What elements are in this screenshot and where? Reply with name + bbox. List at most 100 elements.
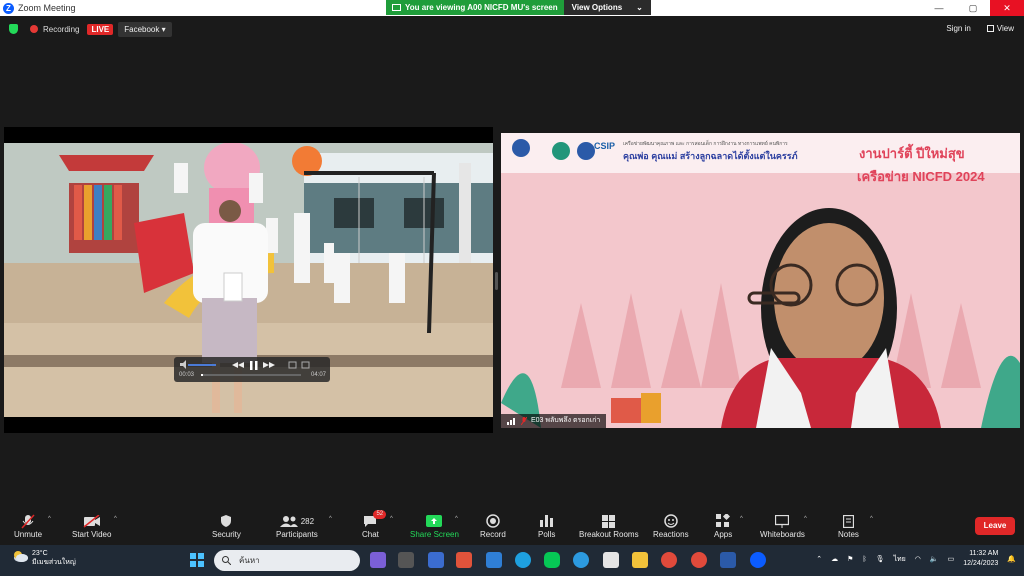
volume-icon[interactable]: 🔈 xyxy=(930,555,939,563)
chat-button[interactable]: 52 Chat xyxy=(362,510,387,539)
recording-indicator[interactable]: Recording xyxy=(30,25,79,34)
viewing-banner: You are viewing A00 NICFD MU's screen Vi… xyxy=(386,0,651,15)
chat-unread-badge: 52 xyxy=(373,510,387,519)
apps-caret-icon[interactable]: ^ xyxy=(740,516,743,522)
participants-button[interactable]: 282 Participants xyxy=(276,512,318,539)
clock-time: 11:32 AM xyxy=(969,550,999,557)
onedrive-icon[interactable]: ☁ xyxy=(831,555,838,563)
temperature: 23°C xyxy=(32,550,48,557)
app-icon[interactable] xyxy=(456,552,472,568)
party-title: งานปาร์ตี้ ปีใหม่สุข xyxy=(859,146,965,161)
chat-label: Chat xyxy=(362,530,379,539)
mail-icon[interactable] xyxy=(486,552,502,568)
close-button[interactable]: ✕ xyxy=(990,0,1024,16)
record-button[interactable]: Record xyxy=(480,512,506,539)
taskbar-search[interactable]: ค้นหา xyxy=(214,550,360,571)
banner-subtitle: เครือข่ายพัฒนาคุณภาพ และ การสอนเด็ก การฝ… xyxy=(623,141,788,147)
share-screen-button[interactable]: Share Screen xyxy=(410,512,459,539)
polls-label: Polls xyxy=(538,530,556,539)
minimize-button[interactable]: — xyxy=(922,0,956,16)
chat-caret-icon[interactable]: ^ xyxy=(390,516,393,522)
notes-icon xyxy=(842,514,854,528)
security-button[interactable]: Security xyxy=(212,512,241,539)
facebook-stream-dropdown[interactable]: Facebook ▾ xyxy=(118,21,172,37)
weather-widget[interactable]: 23°C มีเมฆส่วนใหญ่ xyxy=(12,550,76,568)
bluetooth-icon[interactable]: ᛒ xyxy=(862,556,866,563)
wifi-icon[interactable]: ◠ xyxy=(915,555,921,563)
battery-icon[interactable]: ▭ xyxy=(948,555,955,563)
audio-options-caret-icon[interactable]: ^ xyxy=(48,516,51,522)
window-title: Zoom Meeting xyxy=(18,3,76,13)
video-options-caret-icon[interactable]: ^ xyxy=(114,516,117,522)
participants-caret-icon[interactable]: ^ xyxy=(329,516,332,522)
store-icon[interactable] xyxy=(603,552,619,568)
whiteboards-button[interactable]: Whiteboards xyxy=(760,512,805,539)
edge-icon[interactable] xyxy=(573,552,589,568)
windows-start-icon[interactable] xyxy=(189,552,205,568)
meeting-stage: 00:03 04:07 CSIP เครือข่ายพัฒนาคุณภาพ แล… xyxy=(0,42,1024,510)
video-current-time: 00:03 xyxy=(179,372,195,378)
file-explorer-icon[interactable] xyxy=(632,552,648,568)
restore-button[interactable]: ▢ xyxy=(956,0,990,16)
view-options-label: View Options xyxy=(571,3,623,12)
network-title: เครือข่าย NICFD 2024 xyxy=(857,169,985,184)
breakout-rooms-button[interactable]: Breakout Rooms xyxy=(579,512,639,539)
teams-icon[interactable] xyxy=(428,552,444,568)
flag-icon[interactable]: ⚑ xyxy=(847,555,853,563)
share-screen-icon xyxy=(426,515,443,527)
shared-video-tile[interactable]: 00:03 04:07 xyxy=(4,127,493,433)
live-badge[interactable]: LIVE xyxy=(87,23,114,35)
recording-label: Recording xyxy=(43,24,80,34)
signal-strength-icon xyxy=(507,417,515,425)
notes-label: Notes xyxy=(838,530,859,539)
zoom-logo-icon: Z xyxy=(3,2,14,14)
apps-button[interactable]: Apps xyxy=(714,512,732,539)
view-options-button[interactable]: View Options ⌄ xyxy=(563,0,651,15)
system-tray: ⌃ ☁ ⚑ ᛒ 🎙 ไทย ◠ 🔈 ▭ 11:32 AM 12/24/2023 … xyxy=(816,549,1016,569)
chevron-down-icon: ⌄ xyxy=(636,3,643,12)
whiteboard-icon xyxy=(775,514,790,528)
recording-dot-icon xyxy=(30,25,38,33)
whiteboards-label: Whiteboards xyxy=(760,530,805,539)
participant-name: E03 พลับพลึง ตรอกเก่า xyxy=(531,417,601,424)
line-icon[interactable] xyxy=(544,552,560,568)
apps-icon xyxy=(716,514,731,527)
video-player-controls[interactable]: 00:03 04:07 xyxy=(174,357,330,382)
view-button[interactable]: View xyxy=(986,24,1014,33)
windows-taskbar: 23°C มีเมฆส่วนใหญ่ ค้นหา ⌃ ☁ ⚑ ᛒ 🎙 ไทย ◠… xyxy=(0,545,1024,576)
meeting-toolbar: Unmute ^ Start Video ^ Security 282 Part… xyxy=(0,510,1024,545)
unmute-button[interactable]: Unmute xyxy=(14,512,42,539)
clock[interactable]: 11:32 AM 12/24/2023 xyxy=(963,549,998,569)
encryption-shield-icon[interactable] xyxy=(9,24,18,34)
breakout-rooms-icon xyxy=(602,514,616,528)
notes-button[interactable]: Notes xyxy=(838,512,859,539)
unmute-label: Unmute xyxy=(14,530,43,539)
whiteboards-caret-icon[interactable]: ^ xyxy=(804,516,807,522)
window-controls: — ▢ ✕ xyxy=(922,0,1024,16)
notification-bell-icon[interactable]: 🔔 xyxy=(1007,555,1016,563)
share-caret-icon[interactable]: ^ xyxy=(455,516,458,522)
breakout-rooms-label: Breakout Rooms xyxy=(579,530,639,539)
tile-divider-handle[interactable] xyxy=(495,272,498,290)
reactions-button[interactable]: Reactions xyxy=(653,512,689,539)
microphone-icon[interactable]: 🎙 xyxy=(876,555,885,563)
banner-headline: คุณพ่อ คุณแม่ สร้างลูกฉลาดได้ตั้งแต่ในคร… xyxy=(623,151,798,161)
zoom-taskbar-icon[interactable] xyxy=(750,552,766,568)
copilot-icon[interactable] xyxy=(370,552,386,568)
sign-in-link[interactable]: Sign in xyxy=(946,24,970,33)
chrome-profile-icon[interactable] xyxy=(691,552,707,568)
task-view-icon[interactable] xyxy=(398,552,414,568)
start-video-button[interactable]: Start Video xyxy=(72,512,111,539)
speaker-video-tile[interactable]: CSIP เครือข่ายพัฒนาคุณภาพ และ การสอนเด็ก… xyxy=(501,133,1020,428)
polls-button[interactable]: Polls xyxy=(538,512,555,539)
polls-icon xyxy=(540,515,554,527)
tray-overflow-icon[interactable]: ⌃ xyxy=(816,555,822,563)
language-indicator[interactable]: ไทย xyxy=(894,554,906,565)
notes-caret-icon[interactable]: ^ xyxy=(870,516,873,522)
record-label: Record xyxy=(480,530,506,539)
leave-button[interactable]: Leave xyxy=(975,517,1015,535)
word-icon[interactable] xyxy=(720,552,736,568)
participants-label: Participants xyxy=(276,530,318,539)
skype-icon[interactable] xyxy=(515,552,531,568)
chrome-icon[interactable] xyxy=(661,552,677,568)
